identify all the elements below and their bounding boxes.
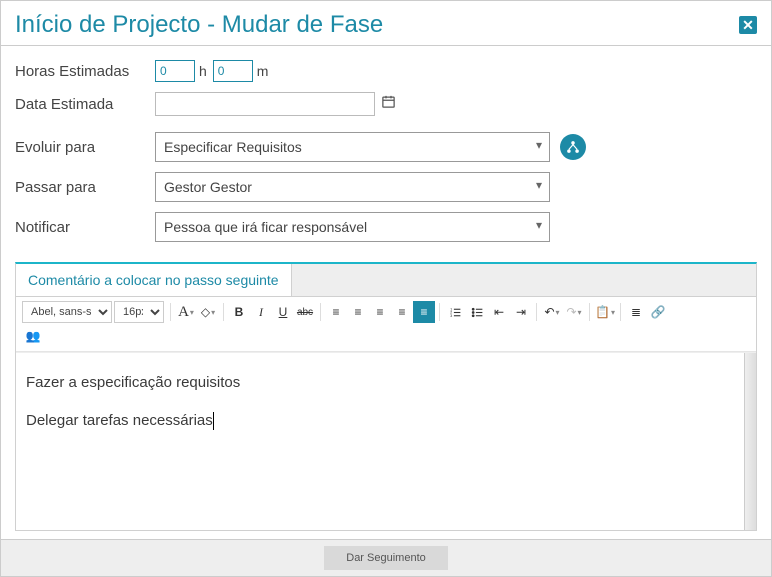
link-icon[interactable]: 🔗 bbox=[647, 301, 669, 323]
svg-text:3: 3 bbox=[450, 313, 452, 317]
separator bbox=[170, 303, 171, 321]
separator bbox=[320, 303, 321, 321]
editor-toolbar: Abel, sans-serif 16px A ◇ B I U abc ≡ ≡ … bbox=[16, 297, 756, 352]
row-evolve: Evoluir para Especificar Requisitos bbox=[15, 132, 757, 162]
row-date: Data Estimada bbox=[15, 92, 757, 116]
dialog-footer: Dar Seguimento bbox=[1, 539, 771, 576]
evolve-select[interactable]: Especificar Requisitos bbox=[155, 132, 550, 162]
minutes-unit: m bbox=[257, 63, 269, 79]
underline-icon[interactable]: U bbox=[272, 301, 294, 323]
pass-label: Passar para bbox=[15, 179, 155, 196]
font-family-select[interactable]: Abel, sans-serif bbox=[22, 301, 112, 323]
align-left-icon[interactable]: ≡ bbox=[325, 301, 347, 323]
undo-icon[interactable]: ↶ bbox=[541, 301, 563, 323]
minutes-input[interactable] bbox=[213, 60, 253, 82]
italic-icon[interactable]: I bbox=[250, 301, 272, 323]
row-hours: Horas Estimadas h m bbox=[15, 60, 757, 82]
row-notify: Notificar Pessoa que irá ficar responsáv… bbox=[15, 212, 757, 242]
editor-wrap: Fazer a especificação requisitos Delegar… bbox=[16, 352, 756, 530]
close-icon[interactable]: ✕ bbox=[739, 16, 757, 34]
date-input[interactable] bbox=[155, 92, 375, 116]
text-caret bbox=[213, 412, 214, 430]
tab-comment[interactable]: Comentário a colocar no passo seguinte bbox=[16, 264, 292, 296]
indent-icon[interactable]: ⇥ bbox=[510, 301, 532, 323]
strikethrough-icon[interactable]: abc bbox=[294, 301, 316, 323]
align-justify-icon[interactable]: ≡ bbox=[391, 301, 413, 323]
unordered-list-icon[interactable] bbox=[466, 301, 488, 323]
insert-icon[interactable]: ≣ bbox=[625, 301, 647, 323]
outdent-icon[interactable]: ⇤ bbox=[488, 301, 510, 323]
separator bbox=[536, 303, 537, 321]
comment-panel: Comentário a colocar no passo seguinte A… bbox=[15, 262, 757, 531]
align-active-icon[interactable]: ≡ bbox=[413, 301, 435, 323]
font-size-select[interactable]: 16px bbox=[114, 301, 164, 323]
submit-button[interactable]: Dar Seguimento bbox=[324, 546, 448, 570]
dialog-header: Início de Projecto - Mudar de Fase ✕ bbox=[1, 1, 771, 46]
bold-icon[interactable]: B bbox=[228, 301, 250, 323]
align-center-icon[interactable]: ≡ bbox=[347, 301, 369, 323]
calendar-icon[interactable] bbox=[381, 94, 396, 114]
date-label: Data Estimada bbox=[15, 96, 155, 113]
dialog: Início de Projecto - Mudar de Fase ✕ Hor… bbox=[0, 0, 772, 577]
align-right-icon[interactable]: ≡ bbox=[369, 301, 391, 323]
hours-input[interactable] bbox=[155, 60, 195, 82]
paste-icon[interactable]: 📋 bbox=[594, 301, 616, 323]
editor-line: Fazer a especificação requisitos bbox=[26, 371, 734, 395]
font-color-icon[interactable]: A bbox=[175, 301, 197, 323]
hours-label: Horas Estimadas bbox=[15, 63, 155, 80]
hours-unit: h bbox=[199, 63, 207, 79]
row-pass: Passar para Gestor Gestor bbox=[15, 172, 757, 202]
separator bbox=[589, 303, 590, 321]
network-icon[interactable] bbox=[560, 134, 586, 160]
separator bbox=[620, 303, 621, 321]
scrollbar[interactable] bbox=[744, 353, 756, 530]
ordered-list-icon[interactable]: 123 bbox=[444, 301, 466, 323]
highlight-color-icon[interactable]: ◇ bbox=[197, 301, 219, 323]
separator bbox=[439, 303, 440, 321]
notify-label: Notificar bbox=[15, 219, 155, 236]
redo-icon[interactable]: ↷ bbox=[563, 301, 585, 323]
evolve-label: Evoluir para bbox=[15, 139, 155, 156]
tab-bar: Comentário a colocar no passo seguinte bbox=[16, 264, 756, 297]
editor-line: Delegar tarefas necessárias bbox=[26, 409, 734, 433]
dialog-body: Horas Estimadas h m Data Estimada Evolui… bbox=[1, 46, 771, 539]
comment-editor[interactable]: Fazer a especificação requisitos Delegar… bbox=[16, 353, 744, 530]
pass-select[interactable]: Gestor Gestor bbox=[155, 172, 550, 202]
separator bbox=[223, 303, 224, 321]
notify-select[interactable]: Pessoa que irá ficar responsável bbox=[155, 212, 550, 242]
dialog-title: Início de Projecto - Mudar de Fase bbox=[15, 11, 383, 39]
user-mention-icon[interactable]: 👥 bbox=[22, 325, 44, 347]
